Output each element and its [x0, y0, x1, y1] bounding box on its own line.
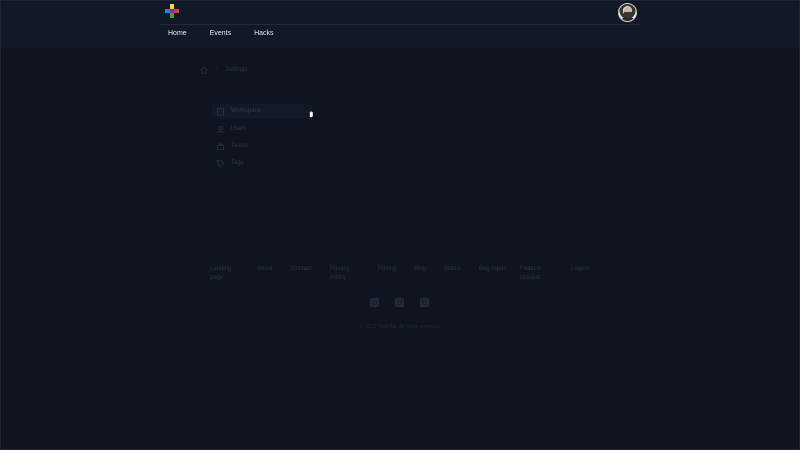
breadcrumb: / Settings [200, 64, 247, 76]
user-icon [217, 125, 224, 133]
nav-hacks[interactable]: Hacks [246, 27, 281, 43]
user-avatar[interactable] [618, 3, 637, 22]
breadcrumb-separator: / [216, 67, 218, 73]
window-frame [0, 0, 800, 450]
copyright-text: © 2023 Hack AB. All rights reserved. [359, 324, 441, 330]
menu-item-label: Users [231, 126, 247, 132]
breadcrumb-current: Settings [225, 67, 248, 73]
footer-link-bug-report[interactable]: Bug report [479, 265, 509, 274]
twitter-icon[interactable] [370, 298, 379, 307]
menu-item-label: Teams [231, 143, 249, 149]
instagram-icon[interactable] [420, 298, 429, 307]
footer-link-status[interactable]: Status [444, 265, 474, 274]
footer-link-logout[interactable]: Logout [571, 265, 601, 274]
footer-link-pricing[interactable]: Pricing [378, 265, 408, 274]
team-icon [216, 143, 225, 150]
top-bar: Home Events Hacks [0, 0, 800, 48]
mouse-pointer-icon [309, 110, 314, 118]
home-icon[interactable] [200, 66, 208, 74]
logo-icon[interactable] [165, 4, 179, 18]
footer-links: Landing page About Contact Privacy Polic… [210, 265, 600, 289]
menu-item-workspace[interactable]: Workspace [212, 104, 312, 118]
menu-item-label: Workspace [231, 108, 261, 114]
main-nav: Home Events Hacks [160, 27, 286, 43]
header-divider [160, 24, 640, 25]
footer-link-contact[interactable]: Contact [291, 265, 321, 274]
building-icon [216, 107, 225, 116]
menu-item-label: Tags [231, 160, 244, 166]
menu-item-users[interactable]: Users [212, 122, 312, 136]
nav-events[interactable]: Events [202, 27, 239, 43]
footer-link-blog[interactable]: Blog [414, 265, 444, 274]
footer-link-feature-request[interactable]: Feature request [520, 265, 550, 283]
menu-item-tags[interactable]: Tags [212, 156, 312, 170]
linkedin-icon[interactable] [395, 298, 404, 307]
footer-link-privacy-policy[interactable]: Privacy Policy [330, 265, 360, 283]
footer-link-landing-page[interactable]: Landing page [210, 265, 240, 283]
settings-menu: Workspace Users Teams Tags [212, 104, 312, 174]
social-links [370, 298, 429, 307]
nav-home[interactable]: Home [160, 27, 195, 43]
tag-icon [216, 159, 225, 167]
menu-item-teams[interactable]: Teams [212, 139, 312, 153]
footer-link-about[interactable]: About [257, 265, 287, 274]
